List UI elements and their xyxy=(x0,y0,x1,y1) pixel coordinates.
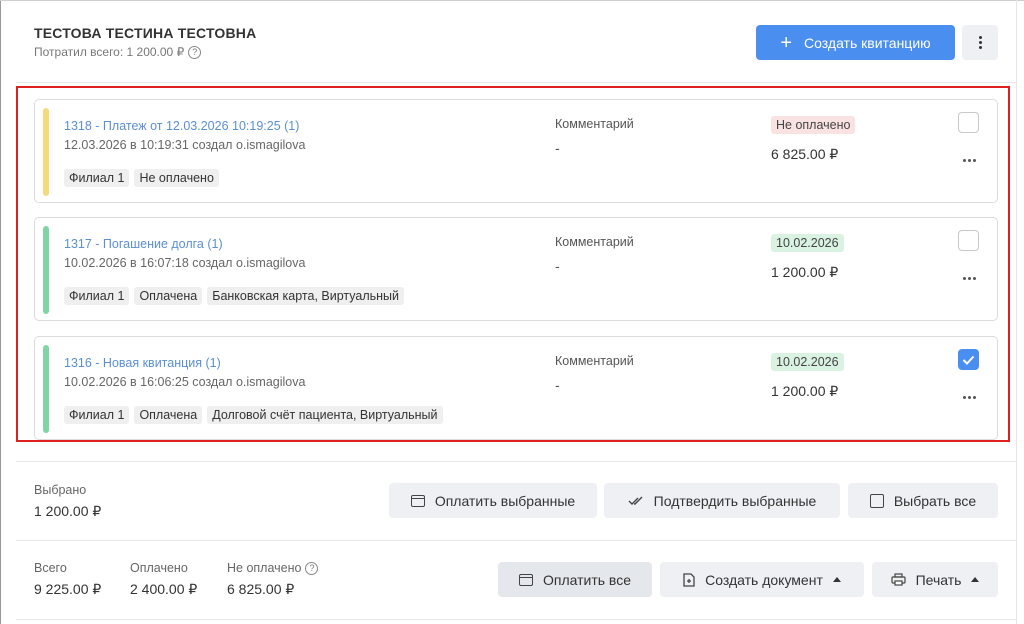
patient-name: ТЕСТОВА ТЕСТИНА ТЕСТОВНА xyxy=(34,25,257,41)
more-options-button[interactable] xyxy=(962,25,998,60)
create-receipt-button[interactable]: + Создать квитанцию xyxy=(756,25,955,60)
total-label: Всего xyxy=(34,561,67,575)
select-all-label: Выбрать все xyxy=(893,492,977,509)
pay-selected-label: Оплатить выбранные xyxy=(434,492,576,509)
select-all-button[interactable]: Выбрать все xyxy=(848,483,998,518)
scroll-track xyxy=(1016,0,1017,624)
printer-icon xyxy=(890,573,906,586)
window-border-left xyxy=(0,0,1,624)
create-document-button[interactable]: Создать документ xyxy=(660,562,864,597)
card-icon xyxy=(410,494,425,507)
selected-amount: 1 200.00 ₽ xyxy=(34,503,102,519)
card-icon xyxy=(518,573,533,586)
print-label: Печать xyxy=(915,571,962,588)
caret-up-icon xyxy=(832,577,841,582)
pay-all-label: Оплатить все xyxy=(542,571,631,588)
create-receipt-label: Создать квитанцию xyxy=(804,34,931,51)
help-icon[interactable]: ? xyxy=(188,45,202,59)
total-value: 9 225.00 ₽ xyxy=(34,581,102,597)
divider xyxy=(16,619,1016,620)
print-button[interactable]: Печать xyxy=(872,562,998,597)
spent-total: Потратил всего: 1 200.00 ₽ ? xyxy=(34,45,202,59)
confirm-selected-button[interactable]: Подтвердить выбранные xyxy=(604,483,840,518)
selected-label: Выбрано xyxy=(34,483,87,497)
pay-selected-button[interactable]: Оплатить выбранные xyxy=(389,483,597,518)
divider xyxy=(16,461,1016,462)
highlight-frame xyxy=(16,86,1010,442)
divider xyxy=(16,82,1016,83)
pay-all-button[interactable]: Оплатить все xyxy=(498,562,652,597)
divider xyxy=(16,540,1016,541)
unpaid-total: Не оплачено ? xyxy=(227,561,319,575)
checkbox-icon xyxy=(869,493,884,508)
help-icon[interactable]: ? xyxy=(305,561,319,575)
vertical-dots-icon xyxy=(978,36,982,49)
unpaid-value: 6 825.00 ₽ xyxy=(227,581,295,597)
caret-up-icon xyxy=(971,577,980,582)
paid-label: Оплачено xyxy=(130,561,188,575)
plus-icon: + xyxy=(780,31,793,54)
spent-total-label: Потратил всего: 1 200.00 ₽ xyxy=(34,45,185,59)
document-plus-icon xyxy=(683,572,695,587)
window-border-top xyxy=(0,0,1024,1)
double-check-icon xyxy=(628,496,643,505)
paid-value: 2 400.00 ₽ xyxy=(130,581,198,597)
create-document-label: Создать документ xyxy=(705,571,823,588)
unpaid-label: Не оплачено xyxy=(227,561,302,575)
confirm-selected-label: Подтвердить выбранные xyxy=(653,492,817,509)
